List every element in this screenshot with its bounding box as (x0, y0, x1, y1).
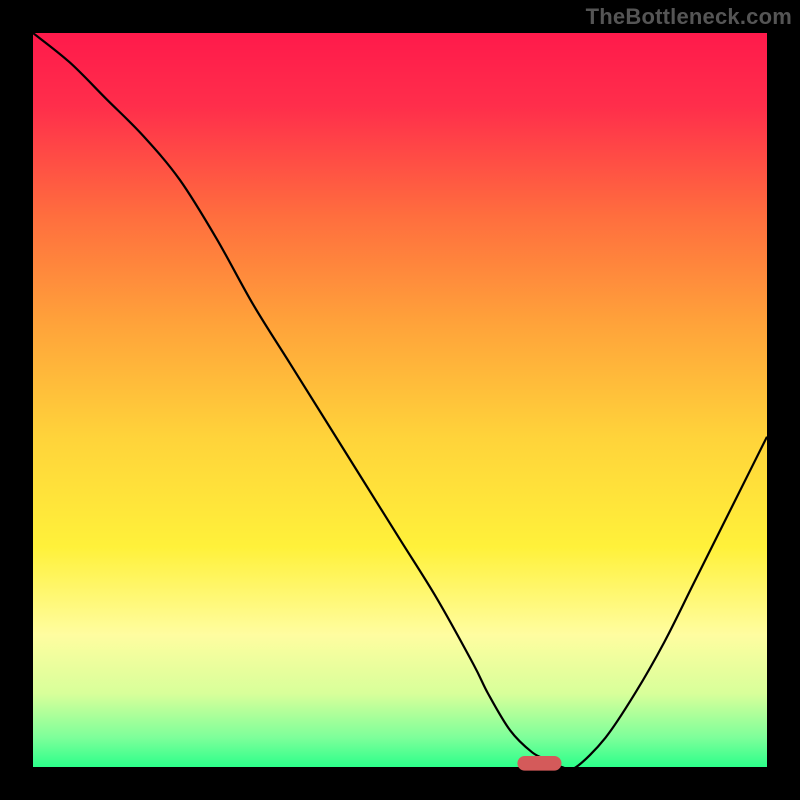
chart-container: TheBottleneck.com (0, 0, 800, 800)
watermark-text: TheBottleneck.com (586, 4, 792, 30)
optimal-marker (517, 756, 561, 771)
bottleneck-chart (0, 0, 800, 800)
